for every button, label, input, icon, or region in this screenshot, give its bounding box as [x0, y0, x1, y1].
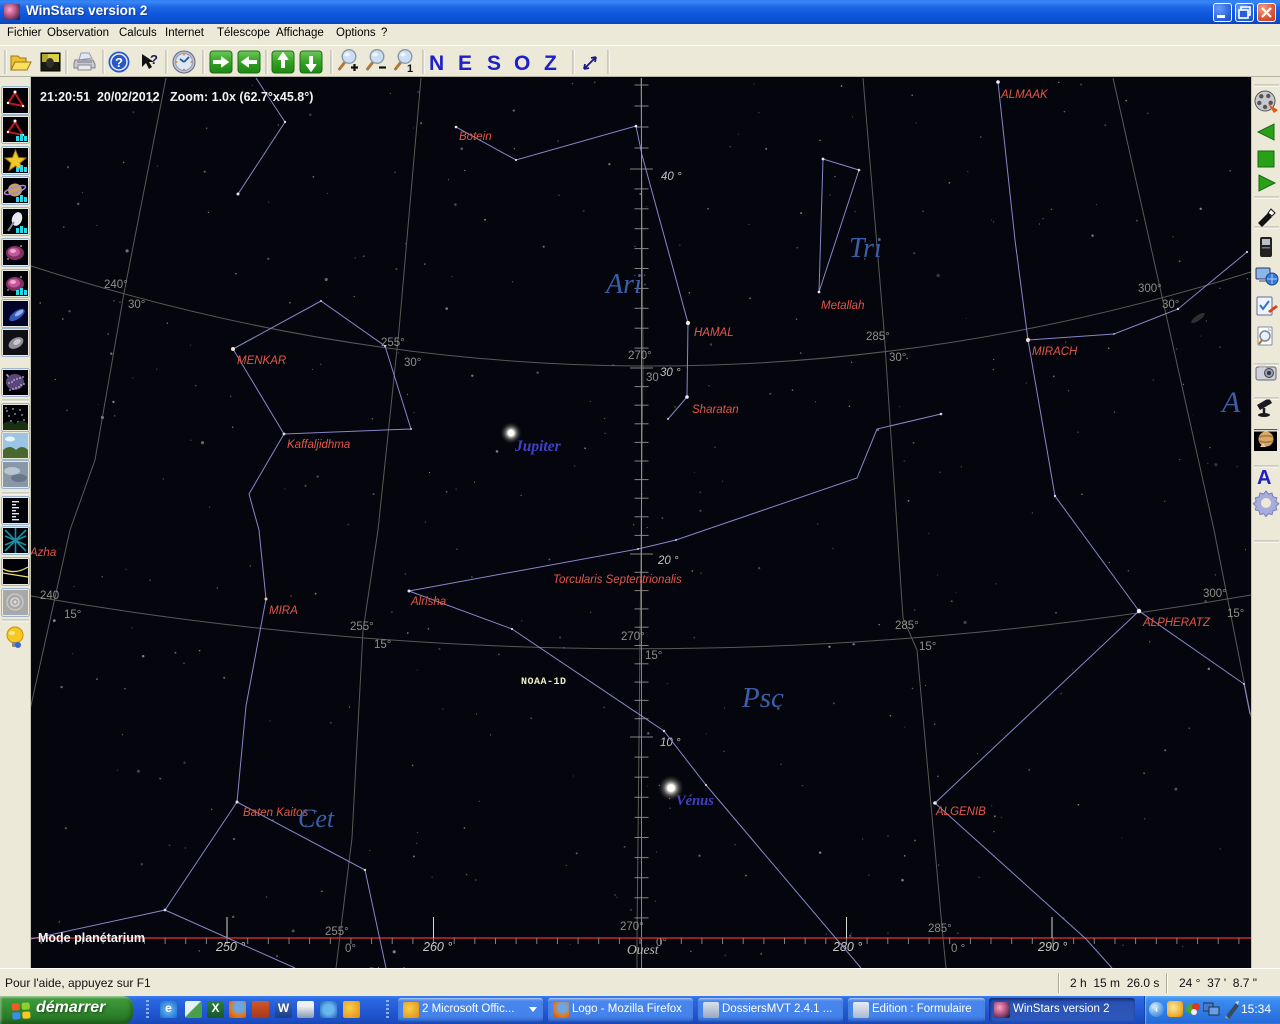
svg-text:255°: 255° [325, 926, 349, 938]
svg-text:15°: 15° [919, 641, 936, 653]
svg-text:270°: 270° [628, 350, 652, 362]
svg-text:?: ? [150, 52, 158, 67]
svg-text:30: 30 [646, 372, 659, 384]
svg-text:Mode planétarium: Mode planétarium [38, 931, 145, 945]
svg-text:Psc: Psc [741, 682, 784, 714]
svg-text:Tri: Tri [849, 233, 882, 264]
svg-text:285°: 285° [895, 620, 919, 632]
svg-text:30°: 30° [128, 299, 145, 311]
svg-text:270°: 270° [620, 921, 644, 933]
svg-text:A: A [1220, 386, 1241, 419]
svg-text:N: N [429, 52, 444, 75]
svg-text:Dheneb: Dheneb [368, 967, 409, 968]
svg-text:40 °: 40 ° [661, 171, 682, 183]
svg-text:285°: 285° [928, 923, 952, 935]
svg-text:15°: 15° [374, 639, 391, 651]
svg-text:240°: 240° [104, 279, 128, 291]
svg-text:21:20:51 20/02/2012 Zoom: 1: 21:20:51 20/02/2012 Zoom: 1.0x (62.7°x45… [40, 90, 313, 104]
svg-text:0°: 0° [345, 943, 356, 955]
svg-text:255°: 255° [350, 621, 374, 633]
svg-text:Metallah: Metallah [821, 300, 864, 312]
svg-text:O: O [514, 52, 530, 75]
svg-text:S: S [487, 52, 501, 75]
svg-text:HAMAL: HAMAL [694, 327, 734, 339]
svg-text:Vénus: Vénus [676, 793, 714, 809]
svg-text:Ari: Ari [604, 269, 642, 300]
svg-text:285°: 285° [866, 331, 890, 343]
svg-text:Jupiter: Jupiter [514, 438, 562, 455]
svg-text:Ouest: Ouest [627, 942, 660, 957]
svg-text:MIRACH: MIRACH [1032, 346, 1078, 358]
svg-text:300°: 300° [1203, 588, 1227, 600]
svg-text:250 °: 250 ° [215, 940, 245, 954]
svg-text:MIRA: MIRA [269, 605, 298, 617]
svg-text:ALGENIB: ALGENIB [935, 806, 986, 818]
svg-text:0 °: 0 ° [951, 943, 965, 955]
svg-text:E: E [458, 52, 472, 75]
svg-text:290 °: 290 ° [1037, 940, 1067, 954]
svg-text:15°: 15° [64, 609, 81, 621]
svg-text:Z: Z [544, 52, 557, 75]
svg-text:Botein: Botein [459, 131, 492, 143]
svg-text:240: 240 [40, 590, 59, 602]
svg-text:30°: 30° [404, 357, 421, 369]
svg-text:1: 1 [407, 63, 413, 75]
svg-text:ALPHERATZ: ALPHERATZ [1142, 617, 1211, 629]
svg-text:15°: 15° [645, 650, 662, 662]
svg-text:300°: 300° [1138, 283, 1162, 295]
svg-text:Kaffaljidhma: Kaffaljidhma [287, 439, 350, 451]
svg-text:Alrisha: Alrisha [410, 596, 446, 608]
svg-text:30°: 30° [889, 352, 906, 364]
svg-text:Cet: Cet [298, 804, 335, 833]
svg-text:ALMAAK: ALMAAK [1000, 89, 1049, 101]
svg-text:NOAA-1D: NOAA-1D [521, 677, 567, 688]
svg-text:15°: 15° [1227, 608, 1244, 620]
svg-text:30 °: 30 ° [660, 367, 681, 379]
svg-text:Sharatan: Sharatan [692, 404, 739, 416]
svg-text:255°: 255° [381, 337, 405, 349]
svg-text:Torcularis Septentrionalis: Torcularis Septentrionalis [553, 574, 682, 586]
svg-text:A: A [1257, 467, 1271, 489]
svg-text:20 °: 20 ° [657, 555, 679, 567]
svg-text:260 °: 260 ° [422, 940, 452, 954]
svg-text:?: ? [115, 55, 123, 70]
svg-text:Azha: Azha [31, 547, 56, 559]
svg-text:MENKAR: MENKAR [237, 355, 286, 367]
